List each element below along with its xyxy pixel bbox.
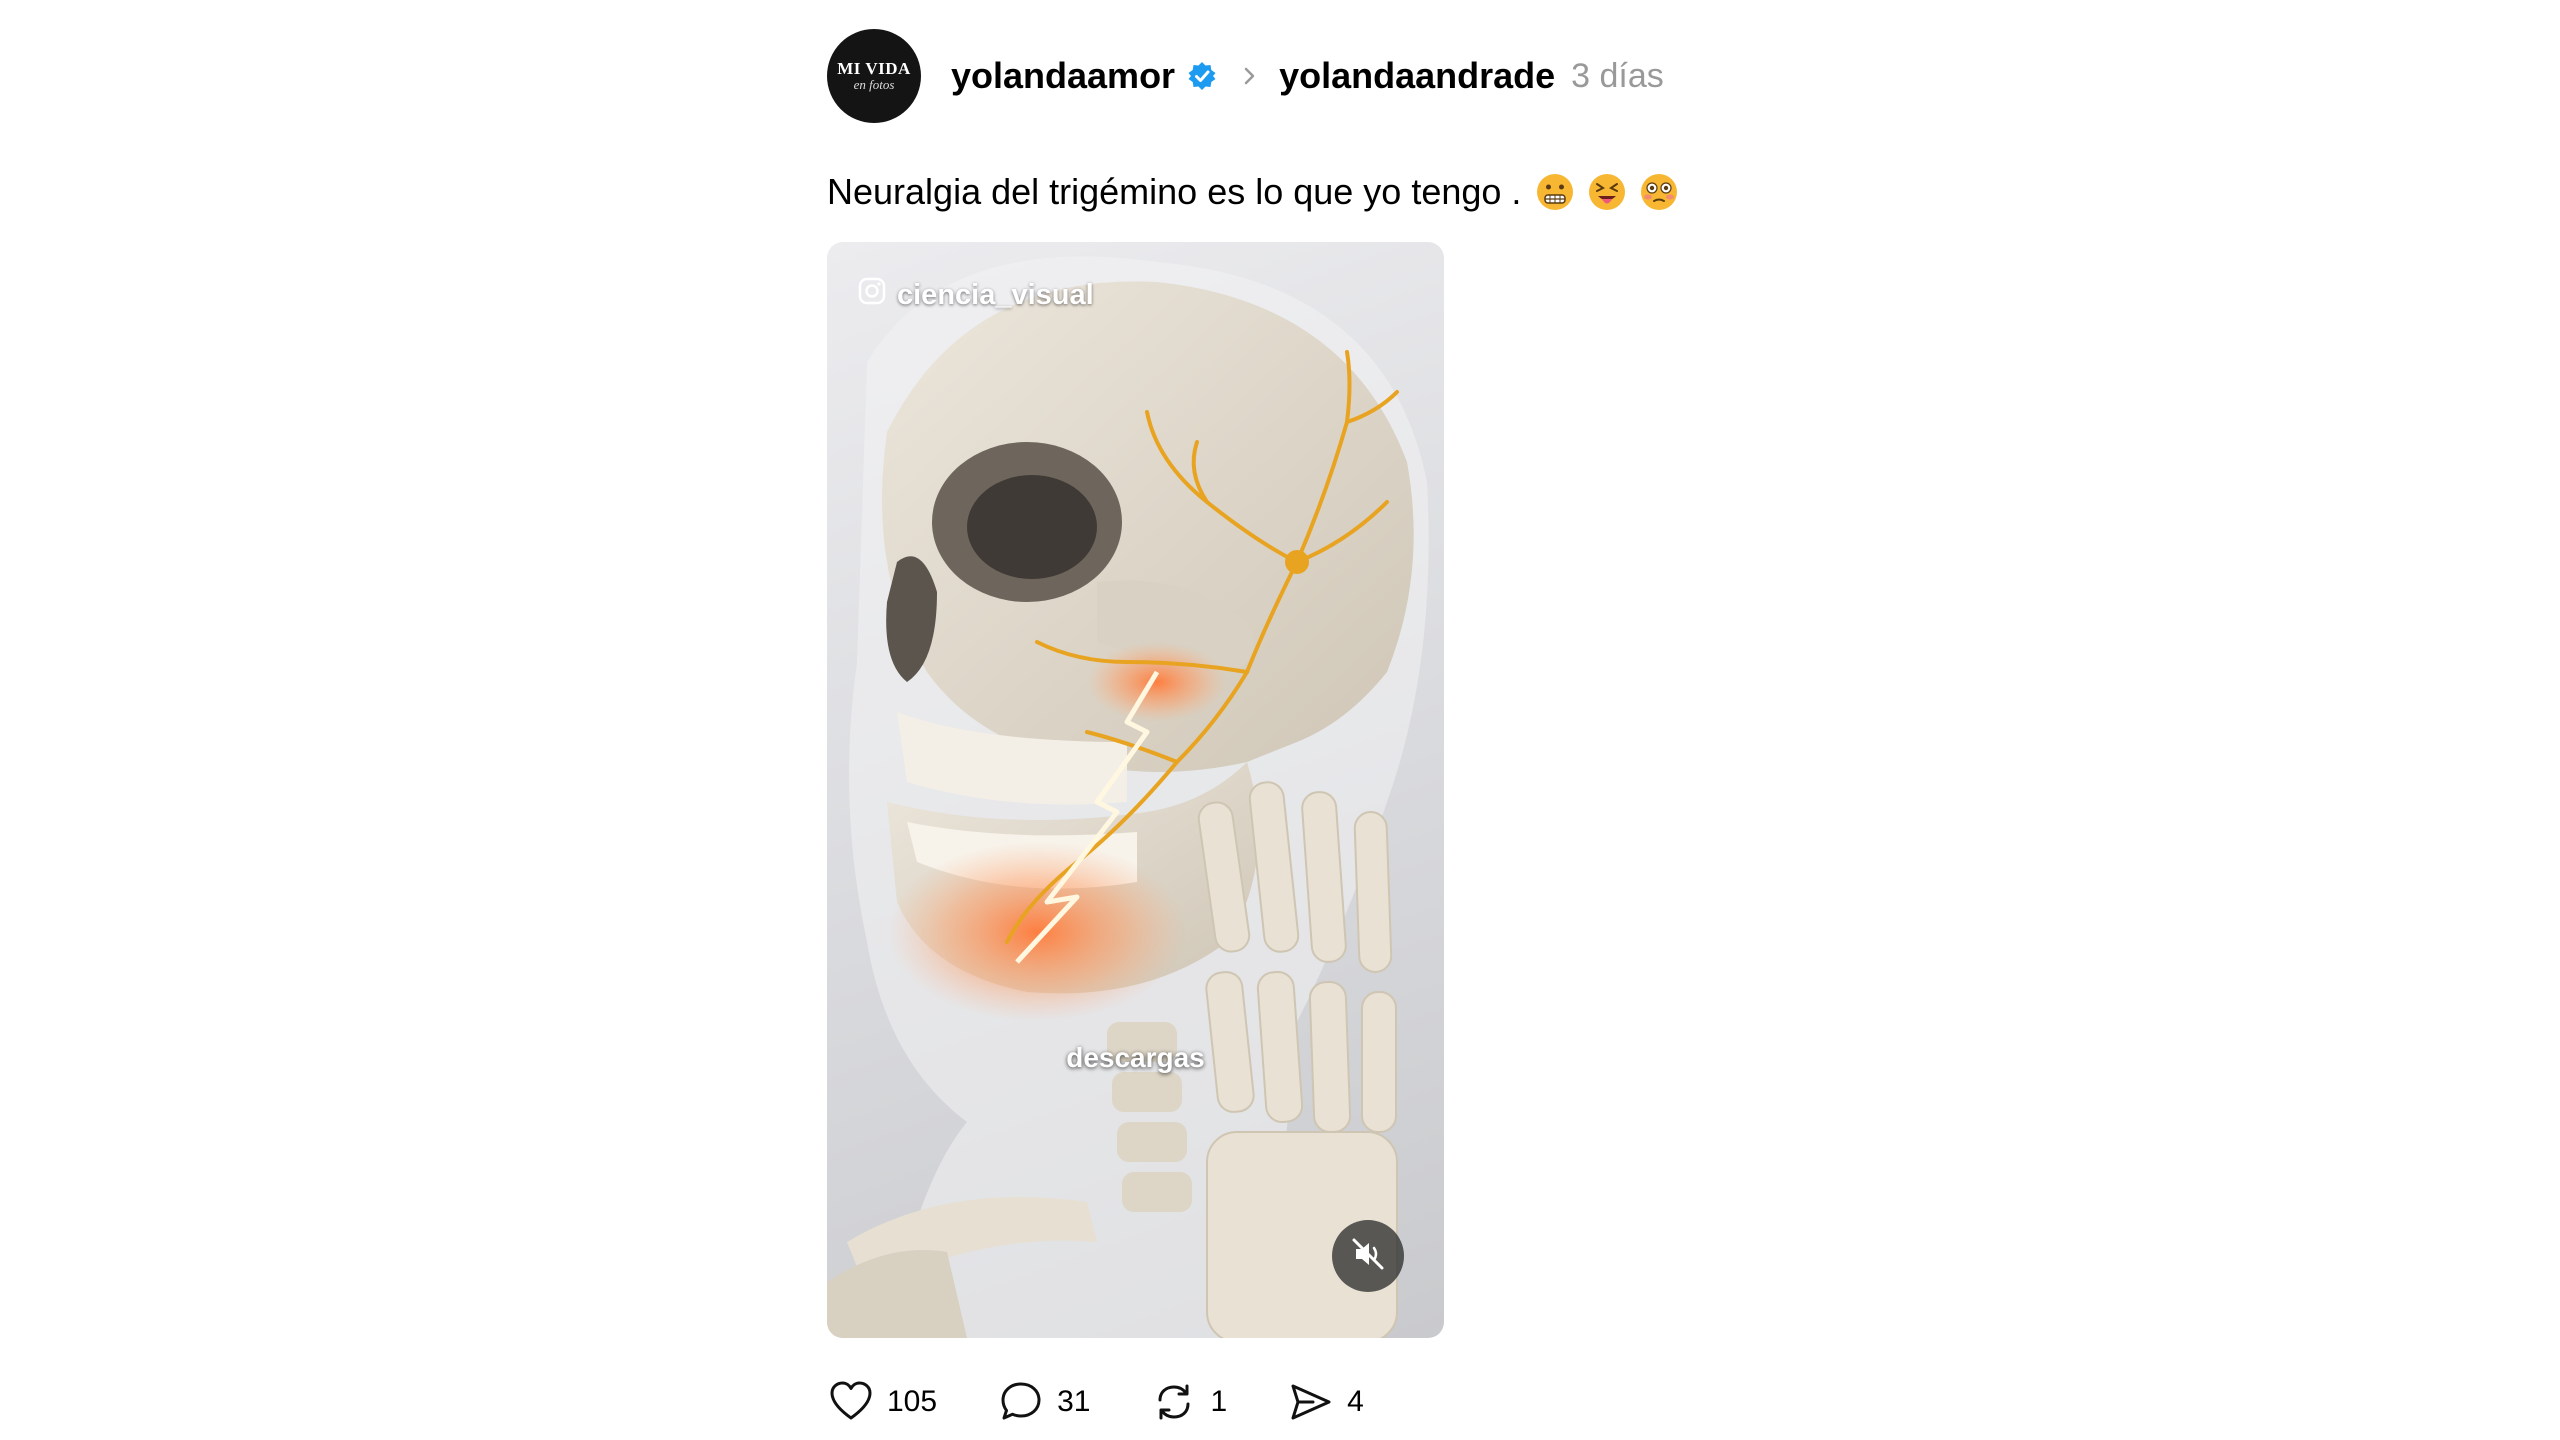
video-subtitle: descargas	[1066, 1042, 1205, 1073]
verified-badge-icon	[1187, 61, 1217, 91]
comment-icon	[997, 1378, 1045, 1426]
send-icon	[1287, 1378, 1335, 1426]
caption-text: Neuralgia del trigémino es lo que yo ten…	[827, 171, 1522, 212]
repost-icon	[1150, 1378, 1198, 1426]
post: MI VIDA en fotos yolandaamor yolandaandr…	[827, 28, 1827, 1432]
speaker-muted-icon	[1350, 1236, 1386, 1277]
face-with-tongue-icon	[1587, 172, 1627, 212]
instagram-icon	[857, 276, 887, 314]
post-header: MI VIDA en fotos yolandaamor yolandaandr…	[827, 28, 1827, 124]
share-count: 4	[1347, 1385, 1364, 1418]
avatar[interactable]: MI VIDA en fotos	[827, 29, 921, 123]
comment-count: 31	[1057, 1385, 1091, 1418]
skull-nerve-illustration	[827, 256, 1429, 1338]
watermark-text: ciencia_visual	[897, 278, 1094, 311]
grimacing-face-icon	[1535, 172, 1575, 212]
mute-toggle-button[interactable]	[1332, 1220, 1404, 1292]
repost-button[interactable]: 1	[1150, 1378, 1227, 1426]
share-button[interactable]: 4	[1287, 1378, 1364, 1426]
comment-button[interactable]: 31	[997, 1378, 1090, 1426]
media-watermark: ciencia_visual	[857, 276, 1094, 314]
heart-icon	[827, 1378, 875, 1426]
flushed-face-icon	[1639, 172, 1679, 212]
post-caption: Neuralgia del trigémino es lo que yo ten…	[827, 170, 1827, 214]
like-button[interactable]: 105	[827, 1378, 937, 1426]
chevron-right-icon	[1239, 61, 1261, 91]
avatar-logo-subtext: en fotos	[853, 77, 895, 92]
caption-emojis	[1535, 172, 1679, 212]
reply-to-username[interactable]: yolandaandrade	[1279, 55, 1555, 97]
like-count: 105	[887, 1385, 938, 1418]
repost-count: 1	[1210, 1385, 1228, 1418]
author-username[interactable]: yolandaamor	[951, 55, 1175, 97]
post-timestamp[interactable]: 3 días	[1571, 57, 1664, 96]
post-actions: 105 31 1 4	[827, 1372, 1827, 1432]
post-video[interactable]: ciencia_visual descargas	[827, 242, 1444, 1338]
avatar-logo-text: MI VIDA	[837, 59, 911, 78]
